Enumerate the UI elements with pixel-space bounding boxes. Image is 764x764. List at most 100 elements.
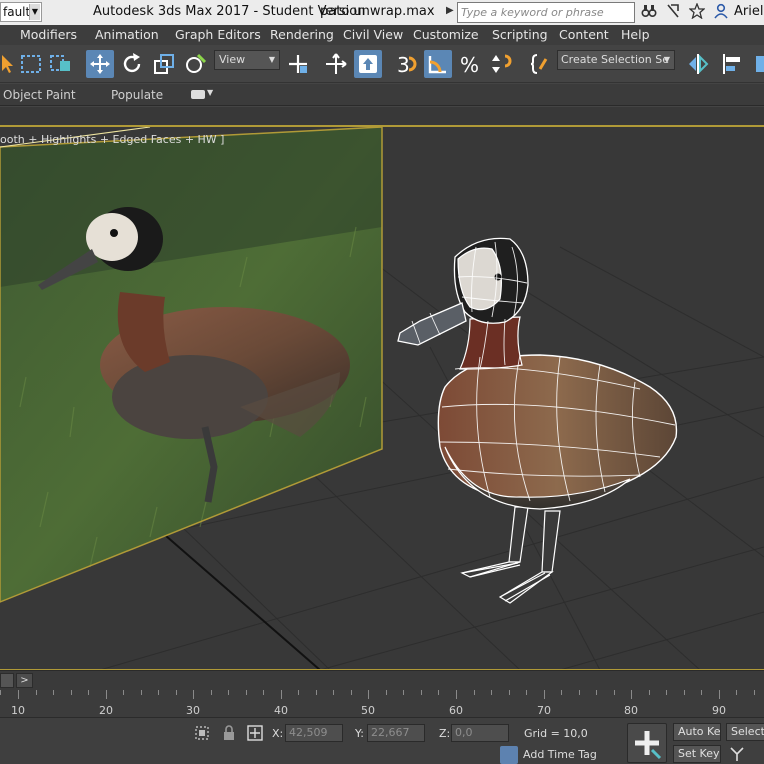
layer-explorer-icon[interactable] (752, 50, 764, 78)
status-bar: X: 42,509 Y: 22,667 Z: 0,0 Grid = 10,0 A… (0, 717, 764, 764)
menu-help[interactable]: Help (621, 27, 650, 42)
minor-tick (649, 690, 650, 695)
key-plus-icon (635, 731, 662, 760)
duck-3d-model (397, 237, 678, 604)
frame-tick-label: 70 (537, 704, 551, 717)
minor-tick (526, 690, 527, 695)
menu-rendering[interactable]: Rendering (270, 27, 334, 42)
track-bar[interactable]: 10 20 30 40 50 60 70 80 90 (0, 690, 764, 717)
file-name: pato unwrap.max (320, 4, 435, 19)
frame-tick-label: 10 (11, 704, 25, 717)
ribbon-minimize-icon[interactable] (191, 90, 205, 99)
minor-tick (491, 690, 492, 695)
chevron-down-icon[interactable]: ▼ (207, 88, 213, 97)
mirror-icon[interactable] (684, 50, 712, 78)
menu-scripting[interactable]: Scripting (492, 27, 548, 42)
major-tick (193, 690, 194, 699)
user-icon[interactable] (712, 3, 730, 21)
minor-tick (123, 690, 124, 695)
add-time-tag-button[interactable]: Add Time Tag (500, 746, 597, 764)
viewport-active-border (0, 125, 764, 127)
minor-tick (88, 690, 89, 695)
percent-snap-icon[interactable]: % (456, 50, 484, 78)
minor-tick (263, 690, 264, 695)
communication-center-icon[interactable] (664, 3, 682, 21)
spinner-snap-icon[interactable] (488, 50, 516, 78)
select-and-scale-icon[interactable] (150, 50, 178, 78)
select-manipulate-icon[interactable] (322, 50, 350, 78)
menu-modifiers[interactable]: Modifiers (20, 27, 77, 42)
chevron-down-icon: ▼ (663, 55, 670, 64)
snaps-toggle-icon[interactable]: 3 (392, 50, 420, 78)
tab-object-paint[interactable]: Object Paint (3, 88, 76, 102)
key-filters-icon[interactable] (728, 745, 746, 763)
keyboard-shortcut-override-icon[interactable] (354, 50, 382, 78)
x-coord-field[interactable]: 42,509 (285, 724, 343, 742)
next-frame-button[interactable]: > (16, 673, 33, 688)
z-coord-field[interactable]: 0,0 (451, 724, 509, 742)
time-tag-icon (500, 746, 518, 764)
reference-coordinate-value: View (219, 53, 246, 66)
named-selection-dropdown[interactable]: Create Selection Se ▼ (557, 50, 675, 70)
perspective-viewport[interactable]: ooth + Highlights + Edged Faces + HW ] (0, 107, 764, 670)
set-key-button[interactable]: Set Key (673, 745, 721, 763)
select-and-move-icon[interactable] (86, 50, 114, 78)
edit-named-selection-icon[interactable] (526, 50, 554, 78)
minor-tick (754, 690, 755, 695)
frame-tick-label: 80 (624, 704, 638, 717)
lock-icon[interactable] (220, 724, 238, 742)
absolute-mode-icon[interactable] (246, 724, 264, 742)
window-crossing-icon[interactable] (47, 50, 75, 78)
select-and-rotate-icon[interactable] (118, 50, 146, 78)
minor-tick (0, 690, 1, 695)
workspace-select[interactable]: fault ▼ (0, 2, 42, 22)
menu-bar: Modifiers Animation Graph Editors Render… (0, 25, 764, 45)
place-object-icon[interactable] (182, 50, 210, 78)
minor-tick (351, 690, 352, 695)
ribbon-tabs: Object Paint Populate ▼ (0, 84, 764, 106)
use-pivot-icon[interactable] (284, 50, 312, 78)
viewport-shading-label[interactable]: ooth + Highlights + Edged Faces + HW ] (0, 133, 224, 146)
minor-tick (684, 690, 685, 695)
menu-graph-editors[interactable]: Graph Editors (175, 27, 261, 42)
time-slider[interactable]: > (0, 670, 764, 690)
user-name[interactable]: ArielG (734, 4, 764, 19)
minor-tick (421, 690, 422, 695)
minor-tick (53, 690, 54, 695)
major-tick (368, 690, 369, 699)
keyword-search-input[interactable]: Type a keyword or phrase (457, 2, 635, 23)
auto-key-button[interactable]: Auto Key (673, 723, 721, 741)
selected-dropdown[interactable]: Selecte (726, 723, 764, 741)
reference-coordinate-dropdown[interactable]: View ▼ (214, 50, 280, 70)
frame-tick-label: 40 (274, 704, 288, 717)
svg-text:3: 3 (397, 53, 410, 76)
time-slider-handle[interactable] (0, 673, 14, 688)
x-coord-label: X: (272, 727, 284, 740)
star-icon[interactable] (688, 2, 706, 21)
rectangular-selection-icon[interactable] (17, 50, 45, 78)
minor-tick (316, 690, 317, 695)
major-tick (18, 690, 19, 699)
align-icon[interactable] (718, 50, 746, 78)
angle-snap-icon[interactable] (424, 50, 452, 78)
isolate-selection-icon[interactable] (193, 724, 211, 742)
named-selection-value: Create Selection Se (561, 53, 669, 66)
major-tick (631, 690, 632, 699)
tab-populate[interactable]: Populate (111, 88, 163, 102)
binoculars-icon[interactable] (640, 3, 658, 21)
menu-civil-view[interactable]: Civil View (343, 27, 403, 42)
menu-content[interactable]: Content (559, 27, 609, 42)
search-expand-icon[interactable]: ▶ (446, 5, 454, 16)
chevron-down-icon[interactable]: ▼ (29, 4, 40, 20)
minor-tick (701, 690, 702, 695)
viewport-scene[interactable] (0, 107, 764, 670)
minor-tick (71, 690, 72, 695)
add-time-tag-label: Add Time Tag (523, 748, 597, 761)
menu-customize[interactable]: Customize (413, 27, 479, 42)
minor-tick (403, 690, 404, 695)
minor-tick (386, 690, 387, 695)
frame-tick-label: 50 (361, 704, 375, 717)
y-coord-field[interactable]: 22,667 (367, 724, 425, 742)
set-keys-button[interactable] (627, 723, 667, 763)
menu-animation[interactable]: Animation (95, 27, 159, 42)
